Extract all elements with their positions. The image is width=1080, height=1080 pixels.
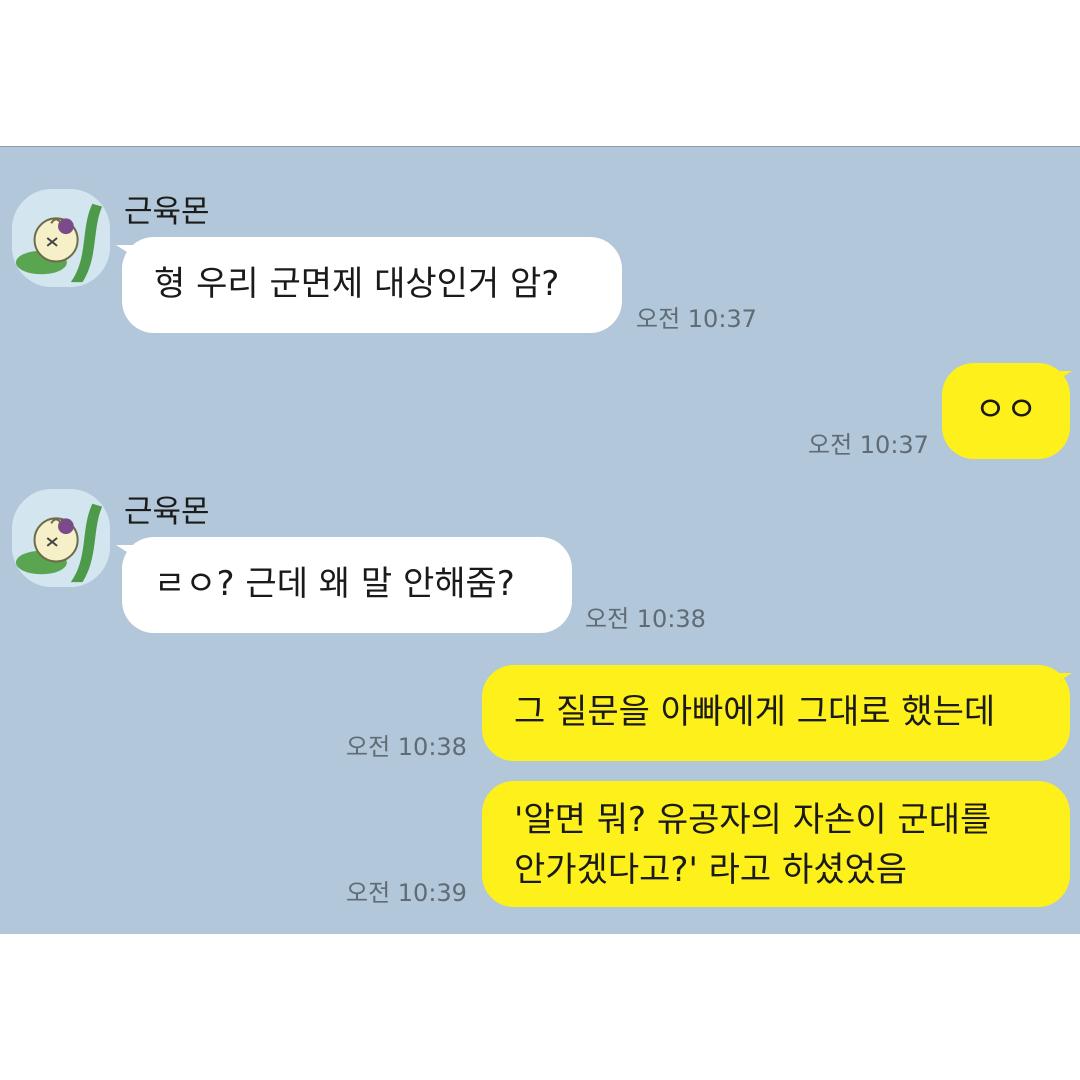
- message-text-line-2: 안가겠다고?' 라고 하셨었음: [514, 850, 908, 890]
- message-text: 그 질문을 아빠에게 그대로 했는데: [514, 692, 996, 732]
- message-text: ㅇㅇ: [974, 390, 1038, 430]
- chat-room: 근육몬 형 우리 군면제 대상인거 암? 오전 10:37 ㅇㅇ 오전 10:3…: [0, 146, 1080, 934]
- message-bubble-incoming[interactable]: ㄹㅇ? 근데 왜 말 안해줌?: [122, 537, 572, 633]
- message-text-line-1: '알면 뭐? 유공자의 자손이 군대를: [514, 800, 992, 840]
- message-time: 오전 10:38: [346, 733, 467, 761]
- message-text: 형 우리 군면제 대상인거 암?: [154, 264, 560, 304]
- sender-name: 근육몬: [124, 194, 210, 230]
- message-time: 오전 10:39: [346, 879, 467, 907]
- message-bubble-outgoing[interactable]: ㅇㅇ: [942, 363, 1070, 459]
- sender-name: 근육몬: [124, 494, 210, 530]
- message-text: ㄹㅇ? 근데 왜 말 안해줌?: [154, 564, 515, 604]
- message-time: 오전 10:37: [808, 431, 929, 459]
- message-bubble-incoming[interactable]: 형 우리 군면제 대상인거 암?: [122, 237, 622, 333]
- message-bubble-outgoing[interactable]: 그 질문을 아빠에게 그대로 했는데: [482, 665, 1070, 761]
- message-time: 오전 10:38: [585, 605, 706, 633]
- message-time: 오전 10:37: [636, 305, 757, 333]
- sender-avatar-icon[interactable]: [12, 189, 110, 287]
- message-bubble-outgoing[interactable]: '알면 뭐? 유공자의 자손이 군대를 안가겠다고?' 라고 하셨었음: [482, 781, 1070, 907]
- sender-avatar-icon[interactable]: [12, 489, 110, 587]
